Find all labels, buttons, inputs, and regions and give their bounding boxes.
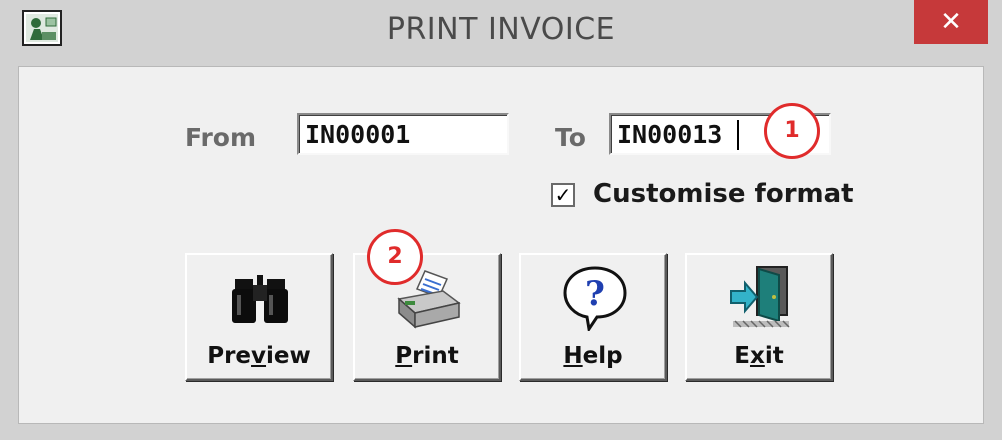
help-button-label: Help <box>563 343 623 369</box>
from-invoice-input[interactable]: IN00001 <box>297 113 509 155</box>
dialog-body: From IN00001 To IN00013 ✓ Customise form… <box>18 66 984 424</box>
help-button[interactable]: ? Help <box>519 253 667 381</box>
close-button[interactable]: ✕ <box>914 0 988 44</box>
customise-format-label: Customise format <box>593 179 854 209</box>
exit-button[interactable]: Exit <box>685 253 833 381</box>
exit-button-label: Exit <box>734 343 784 369</box>
preview-button-label: Preview <box>207 343 311 369</box>
title-bar: PRINT INVOICE ✕ <box>0 0 1002 66</box>
preview-button[interactable]: Preview <box>185 253 333 381</box>
help-bubble-icon: ? <box>563 266 627 331</box>
binoculars-icon <box>232 275 288 323</box>
exit-door-icon <box>730 266 790 328</box>
annotation-marker-1: 1 <box>764 103 820 159</box>
from-invoice-value: IN00001 <box>305 120 411 149</box>
text-caret <box>737 120 739 150</box>
customise-format-checkbox[interactable]: ✓ <box>551 183 575 207</box>
check-mark-icon: ✓ <box>554 183 572 207</box>
to-invoice-value: IN00013 <box>617 120 723 149</box>
window-title: PRINT INVOICE <box>386 12 616 47</box>
print-invoice-window: PRINT INVOICE ✕ From IN00001 To IN00013 … <box>0 0 1002 440</box>
from-label: From <box>185 123 257 152</box>
to-label: To <box>555 123 586 152</box>
close-icon: ✕ <box>940 7 962 37</box>
svg-text:?: ? <box>585 274 605 314</box>
print-button-label: Print <box>395 343 459 369</box>
annotation-marker-2: 2 <box>367 229 423 285</box>
